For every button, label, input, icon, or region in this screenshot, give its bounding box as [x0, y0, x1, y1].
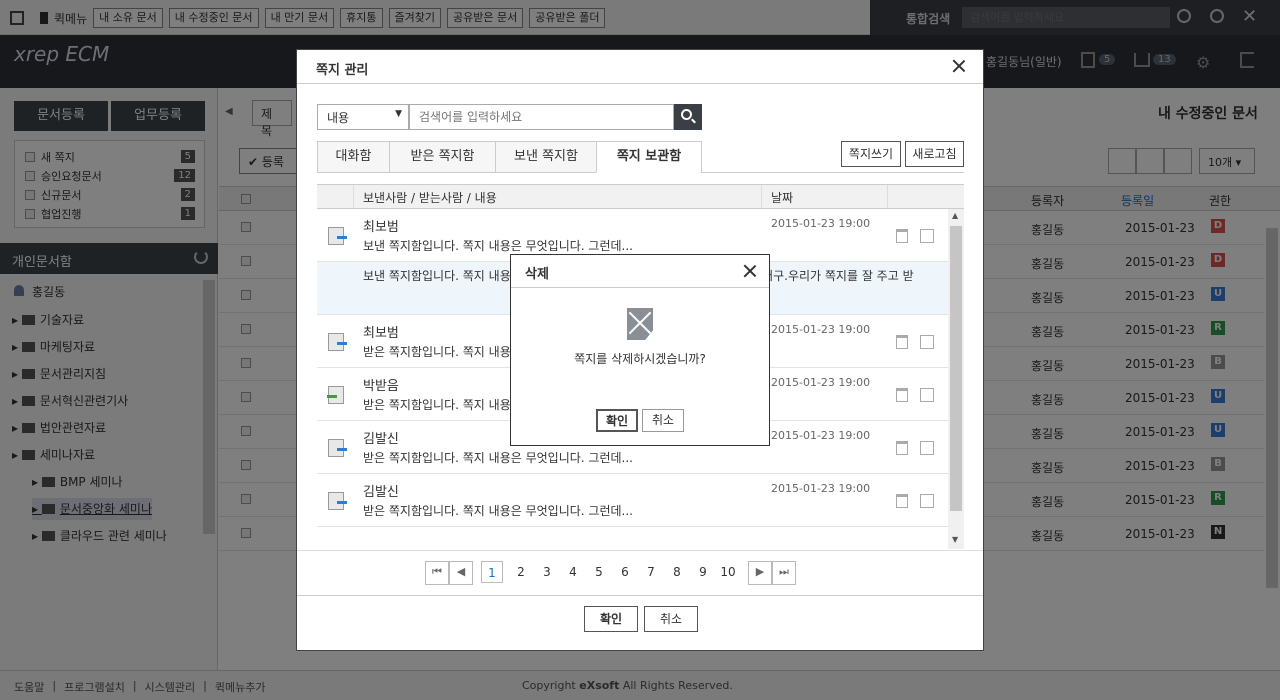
tab-label: 보낸 쪽지함	[514, 149, 578, 164]
cancel-label: 취소	[651, 413, 675, 427]
write-note-button[interactable]: 쪽지쓰기	[841, 141, 901, 167]
modal-search-input[interactable]	[409, 104, 674, 130]
tab-label: 대화함	[335, 149, 372, 164]
modal-title: 쪽지 관리	[316, 63, 369, 78]
tab-received[interactable]: 받은 쪽지함	[389, 141, 496, 173]
col-main-header[interactable]: 보낸사람 / 받는사람 / 내용	[363, 189, 497, 206]
arrow-mark	[337, 501, 347, 504]
tab-label: 쪽지 보관함	[616, 149, 682, 164]
note-sender: 김발신	[363, 432, 399, 447]
delete-note-icon	[627, 308, 653, 340]
note-row[interactable]: 김발신 받은 쪽지함입니다. 쪽지 내용은 무엇입니다. 그런데... 2015…	[317, 474, 948, 527]
modal-search-select[interactable]: 내용 ▼	[317, 104, 409, 130]
arrow-mark	[337, 448, 347, 451]
modal-header: 쪽지 관리	[297, 50, 983, 84]
edit-icon[interactable]	[920, 335, 934, 349]
search-icon	[681, 109, 692, 120]
write-note-label: 쪽지쓰기	[848, 147, 894, 161]
dialog-header: 삭제	[511, 255, 769, 288]
chevron-down-icon: ▼	[395, 109, 402, 119]
dialog-message: 쪽지를 삭제하시겠습니까?	[574, 352, 706, 366]
outgoing-note-icon	[328, 333, 347, 351]
modal-search-button[interactable]	[674, 104, 702, 130]
scroll-down-icon[interactable]: ▼	[952, 535, 958, 544]
note-date: 2015-01-23 19:00	[771, 376, 871, 389]
col-date-header[interactable]: 날짜	[771, 189, 793, 206]
modal-confirm-button[interactable]: 확인	[584, 606, 638, 632]
note-date: 2015-01-23 19:00	[771, 323, 871, 336]
note-sender: 최보범	[363, 220, 399, 235]
page-number[interactable]: 2	[510, 561, 532, 583]
page-number[interactable]: 7	[640, 561, 662, 583]
dialog-cancel-button[interactable]: 취소	[642, 409, 684, 432]
last-page-button[interactable]: ⏭	[772, 561, 796, 585]
trash-icon[interactable]	[896, 388, 908, 402]
dialog-confirm-button[interactable]: 확인	[596, 409, 638, 432]
arrow-mark	[337, 236, 347, 239]
refresh-label: 새로고침	[912, 147, 957, 161]
edit-icon[interactable]	[920, 494, 934, 508]
note-date: 2015-01-23 19:00	[771, 482, 871, 495]
confirm-label: 확인	[605, 414, 629, 428]
tab-archive[interactable]: 쪽지 보관함	[596, 141, 702, 173]
note-sender: 최보범	[363, 326, 399, 341]
refresh-button[interactable]: 새로고침	[905, 141, 964, 167]
prev-page-button[interactable]: ◀	[449, 561, 473, 585]
confirm-label: 확인	[599, 612, 623, 626]
incoming-note-icon	[327, 386, 344, 404]
modal-cancel-button[interactable]: 취소	[644, 606, 698, 632]
modal-search-select-value: 내용	[327, 111, 350, 125]
outgoing-note-icon	[328, 439, 347, 457]
page-number[interactable]: 3	[536, 561, 558, 583]
trash-icon[interactable]	[896, 441, 908, 455]
delete-confirm-dialog: 삭제 쪽지를 삭제하시겠습니까? 확인 취소	[510, 254, 770, 446]
edit-icon[interactable]	[920, 441, 934, 455]
trash-icon[interactable]	[896, 494, 908, 508]
col-divider	[887, 185, 888, 208]
note-message: 보낸 쪽지함입니다. 쪽지 내용은 무엇입니다. 그런데...	[363, 239, 633, 253]
next-page-button[interactable]: ▶	[748, 561, 772, 585]
col-divider	[761, 185, 762, 208]
page-number[interactable]: 6	[614, 561, 636, 583]
note-message: 받은 쪽지함입니다. 쪽지 내용은 무엇입니다. 그런데...	[363, 451, 633, 465]
note-grid-header: 보낸사람 / 받는사람 / 내용 날짜	[317, 184, 964, 209]
pagination-top-divider	[297, 550, 983, 551]
tab-strip-line	[701, 172, 964, 173]
outgoing-note-icon	[328, 227, 347, 245]
tab-label: 받은 쪽지함	[410, 149, 475, 164]
page-current[interactable]: 1	[481, 561, 503, 583]
arrow-mark	[337, 342, 347, 345]
modal-footer-divider	[297, 595, 983, 596]
note-date: 2015-01-23 19:00	[771, 217, 871, 230]
page-number[interactable]: 4	[562, 561, 584, 583]
note-date: 2015-01-23 19:00	[771, 429, 871, 442]
tab-conversation[interactable]: 대화함	[317, 141, 390, 173]
page-number[interactable]: 8	[666, 561, 688, 583]
search-icon-handle	[691, 118, 696, 124]
note-message: 받은 쪽지함입니다. 쪽지 내용은 무엇입니다. 그런데...	[363, 504, 633, 518]
note-sender: 김발신	[363, 485, 399, 500]
page-number[interactable]: 10	[717, 561, 739, 583]
scroll-thumb[interactable]	[950, 226, 962, 511]
edit-icon[interactable]	[920, 229, 934, 243]
col-divider	[353, 185, 354, 208]
arrow-mark	[327, 395, 337, 398]
dialog-title: 삭제	[525, 267, 549, 282]
first-page-button[interactable]: ⏮	[425, 561, 449, 585]
scroll-up-icon[interactable]: ▲	[952, 211, 958, 220]
cancel-label: 취소	[659, 612, 683, 626]
note-sender: 박받음	[363, 379, 399, 394]
dialog-close-icon[interactable]	[743, 264, 757, 278]
page-number[interactable]: 5	[588, 561, 610, 583]
edit-icon[interactable]	[920, 388, 934, 402]
trash-icon[interactable]	[896, 335, 908, 349]
trash-icon[interactable]	[896, 229, 908, 243]
note-list-scrollbar[interactable]: ▲ ▼	[948, 209, 964, 549]
page-number[interactable]: 9	[692, 561, 714, 583]
outgoing-note-icon	[328, 492, 347, 510]
tab-sent[interactable]: 보낸 쪽지함	[495, 141, 597, 173]
modal-close-icon[interactable]	[952, 59, 966, 73]
